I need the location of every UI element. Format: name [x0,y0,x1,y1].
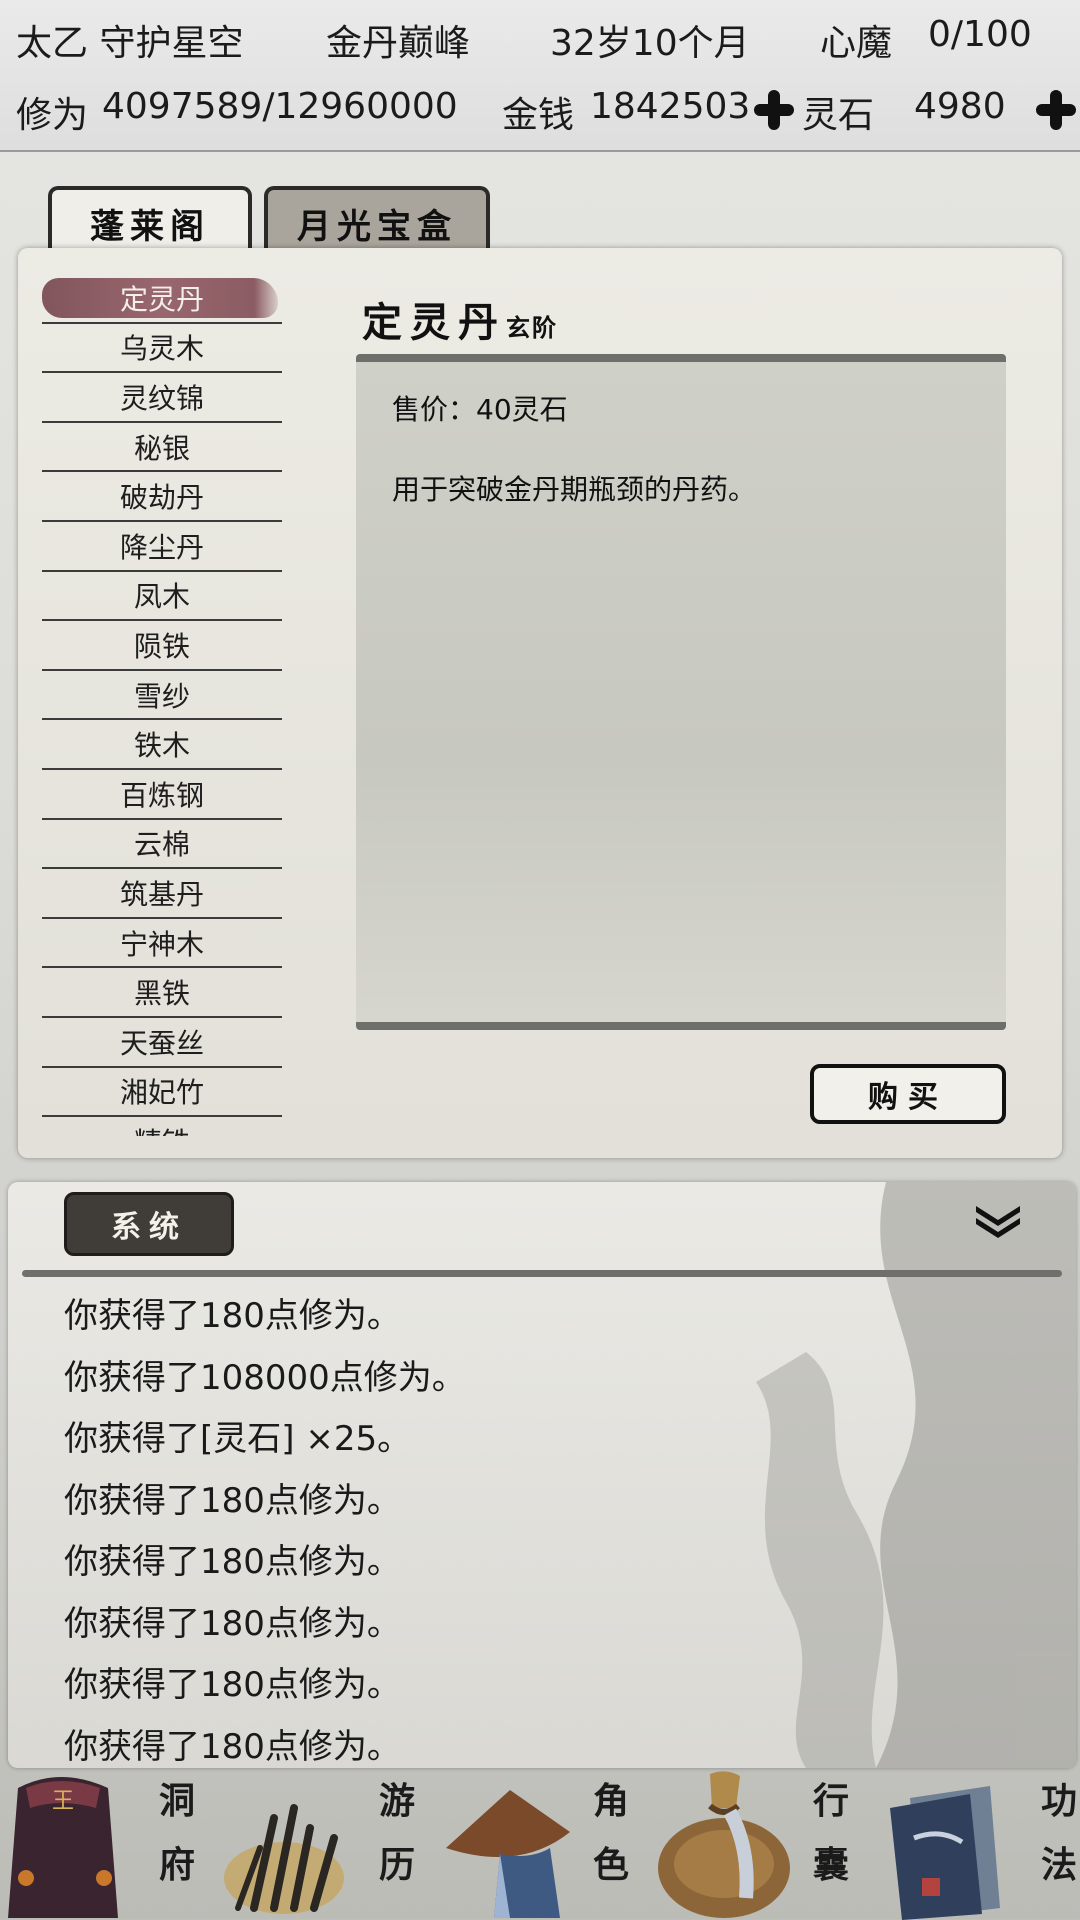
cultivation-value: 4097589/12960000 [102,86,458,127]
money-value: 1842503 [590,86,751,127]
nav-label-bottom: 府 [158,1844,195,1886]
age-text: 32岁10个月 [550,23,750,64]
shop-item-label: 秘银 [133,431,190,465]
travel-icon [224,1804,344,1914]
heart-demon-value: 0/100 [928,14,1032,55]
tab-moonlight-box[interactable]: 月光宝盒 [264,186,490,256]
shop-item-label: 凤木 [133,580,190,614]
shop-item-label: 降尘丹 [119,530,204,564]
shop-item-label: 宁神木 [119,927,204,961]
realm-text: 金丹巅峰 [326,23,471,64]
log-line: 你获得了180点修为。 [64,1296,401,1336]
shop-item-label: 百炼钢 [119,778,204,812]
nav-label-bottom: 历 [378,1844,415,1886]
shop-item-label: 精铁 [134,1121,190,1136]
shop-item[interactable]: 灵纹锦 [42,373,282,423]
system-log-panel: 系统 你获得了180点修为。 你获得了108000点修为。 你获得了[灵石] ×25… [8,1182,1076,1768]
shop-item[interactable]: 湘妃竹 [42,1068,282,1118]
nav-label-bottom: 色 [592,1844,629,1886]
item-grade: 玄阶 [506,313,558,342]
shop-item-label: 陨铁 [133,629,190,663]
shop-item[interactable]: 云棉 [42,820,282,870]
shop-item[interactable]: 秘银 [42,423,282,473]
shop-item[interactable]: 定灵丹 [42,274,282,324]
cultivation-label: 修为 [16,95,89,136]
shop-item-label: 灵纹锦 [119,381,204,415]
nav-label-top: 游 [378,1780,415,1822]
item-detail-box: 售价：40灵石 用于突破金丹期瓶颈的丹药。 [356,354,1006,1030]
nav-label-top: 角 [592,1780,629,1822]
player-name: 太乙 守护星空 [16,23,244,64]
cave-dwelling-icon: 王 [8,1777,118,1918]
shop-item-label: 乌灵木 [119,332,204,366]
technique-book-icon [890,1786,1000,1920]
log-lines: 你获得了180点修为。 你获得了108000点修为。 你获得了[灵石] ×25。 你获… [64,1286,466,1768]
shop-item-label: 铁木 [133,729,190,763]
shop-item[interactable]: 宁神木 [42,919,282,969]
log-line: 你获得了[灵石] ×25。 [64,1419,412,1459]
log-line: 你获得了180点修为。 [64,1603,401,1644]
bag-icon [658,1771,790,1918]
item-list[interactable]: 定灵丹乌灵木灵纹锦秘银破劫丹降尘丹凤木陨铁雪纱铁木百炼钢云棉筑基丹宁神木黑铁天蚕… [42,274,282,1136]
shop-item[interactable]: 黑铁 [42,968,282,1018]
spirit-stone-label: 灵石 [802,95,875,136]
status-bar: 太乙 守护星空 金丹巅峰 32岁10个月 心魔 0/100 修为 4097589… [0,0,1080,152]
tab-system[interactable]: 系统 [64,1192,234,1256]
bottom-nav: 王 洞 府 游 历 角 色 行 囊 功 法 [0,1768,1080,1920]
shop-item[interactable]: 精铁 [42,1117,282,1136]
shop-item[interactable]: 凤木 [42,572,282,622]
shop-item[interactable]: 天蚕丝 [42,1018,282,1068]
svg-text:王: 王 [52,1789,74,1814]
nav-label-top: 功 [1040,1780,1077,1822]
shop-item[interactable]: 百炼钢 [42,770,282,820]
item-price: 售价：40灵石 [392,393,568,426]
shop-item[interactable]: 陨铁 [42,621,282,671]
character-icon [446,1790,570,1918]
log-divider [22,1270,1062,1277]
shop-item[interactable]: 铁木 [42,720,282,770]
shop-item[interactable]: 雪纱 [42,671,282,721]
shop-item-label: 破劫丹 [119,481,204,515]
shop-item[interactable]: 降尘丹 [42,522,282,572]
shop-item-label: 筑基丹 [119,877,204,911]
item-name: 定灵丹 [362,299,506,346]
shop-item-label: 雪纱 [133,679,190,713]
log-line: 你获得了108000点修为。 [64,1357,466,1398]
nav-label-bottom: 法 [1040,1844,1077,1886]
shop-item[interactable]: 破劫丹 [42,472,282,522]
add-money-icon[interactable] [754,90,794,130]
nav-label-bottom: 囊 [812,1844,849,1886]
log-line: 你获得了180点修为。 [64,1480,401,1521]
shop-item-label: 定灵丹 [119,282,204,316]
shop-panel: 定灵丹乌灵木灵纹锦秘银破劫丹降尘丹凤木陨铁雪纱铁木百炼钢云棉筑基丹宁神木黑铁天蚕… [18,248,1062,1158]
nav-label-top: 洞 [158,1780,195,1822]
collapse-chevron-icon[interactable] [974,1202,1022,1238]
shop-item-label: 黑铁 [133,977,190,1011]
shop-item-label: 天蚕丝 [119,1026,204,1060]
spirit-stone-value: 4980 [914,86,1006,127]
log-line: 你获得了180点修为。 [64,1542,401,1582]
shop-item[interactable]: 筑基丹 [42,869,282,919]
add-spirit-stone-icon[interactable] [1036,90,1076,130]
tab-penglai-pavilion[interactable]: 蓬莱阁 [48,186,252,256]
log-line: 你获得了180点修为。 [64,1665,401,1705]
money-label: 金钱 [502,95,575,136]
item-detail-title: 定灵丹玄阶 [362,290,558,348]
buy-button[interactable]: 购买 [810,1064,1006,1124]
nav-label-top: 行 [812,1780,849,1822]
log-line: 你获得了180点修为。 [64,1726,401,1767]
shop-item[interactable]: 乌灵木 [42,324,282,374]
item-description: 用于突破金丹期瓶颈的丹药。 [392,473,757,506]
heart-demon-label: 心魔 [820,23,893,64]
shop-item-label: 云棉 [133,828,190,862]
shop-item-label: 湘妃竹 [119,1076,204,1110]
